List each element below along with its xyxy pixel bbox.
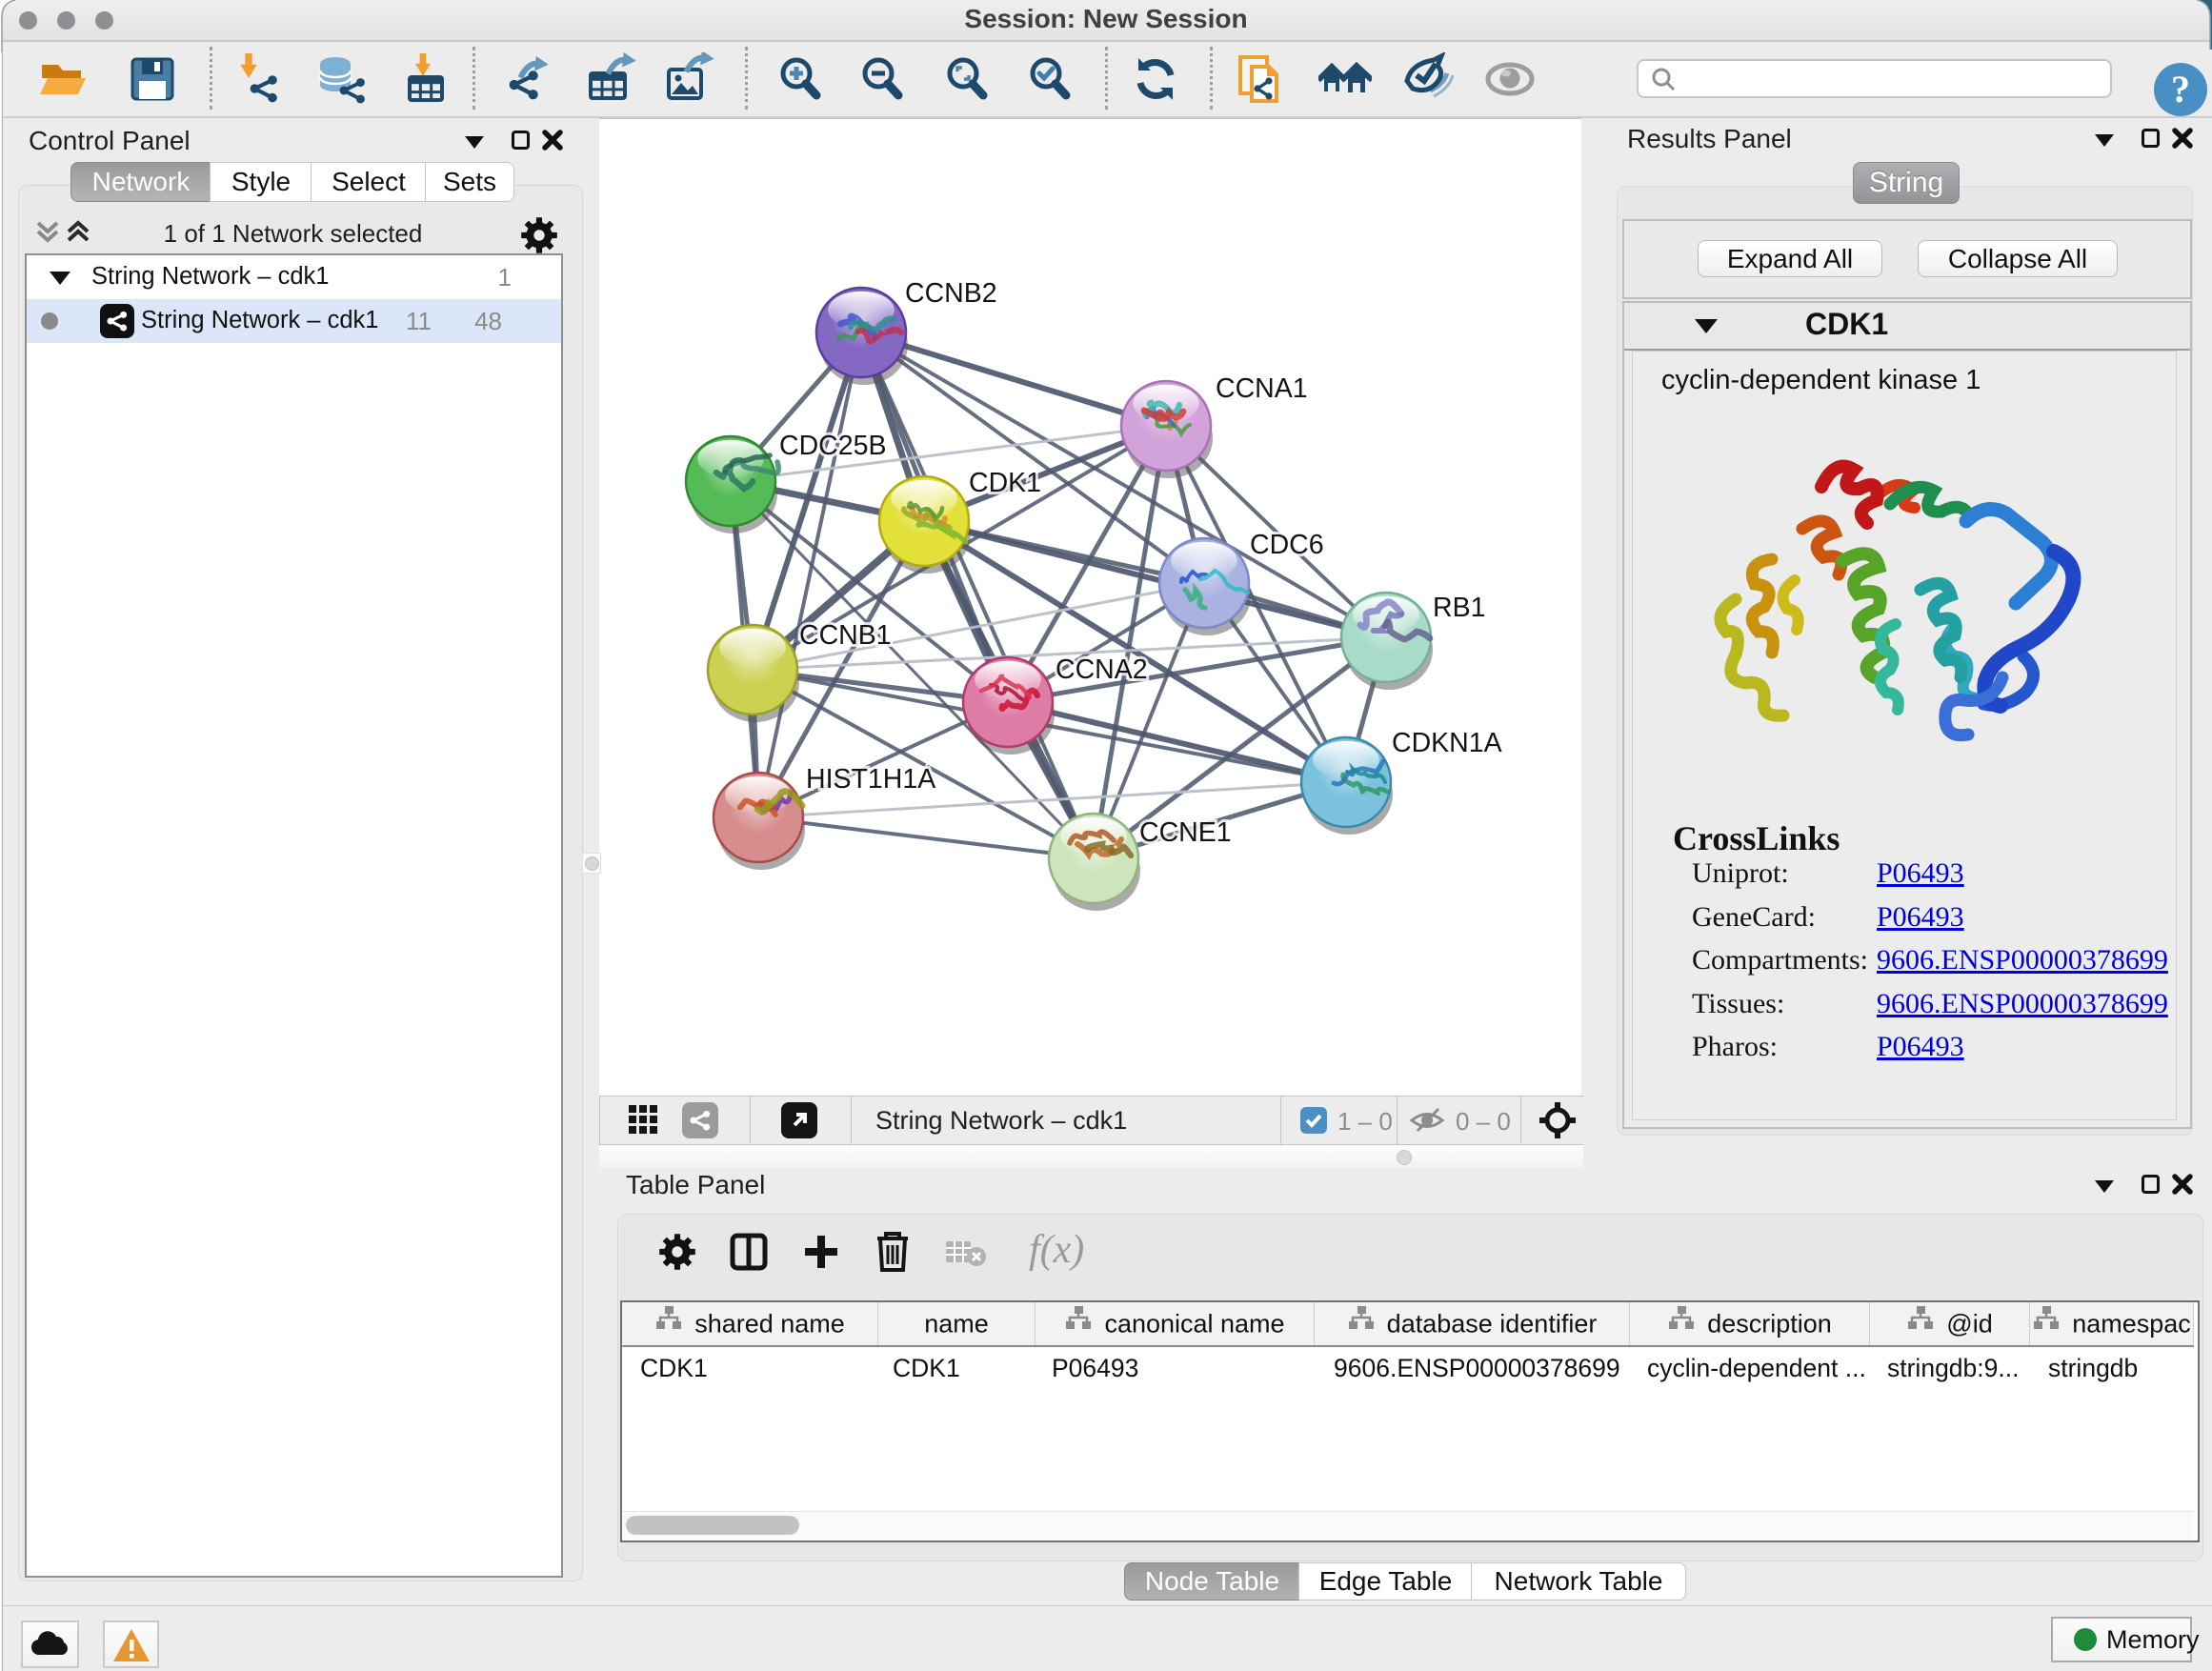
svg-text:RB1: RB1	[1433, 593, 1485, 623]
svg-text:CCNA2: CCNA2	[1056, 654, 1148, 685]
svg-text:HIST1H1A: HIST1H1A	[806, 764, 935, 795]
svg-text:CDK1: CDK1	[969, 468, 1041, 498]
svg-text:CDC6: CDC6	[1250, 530, 1324, 560]
svg-text:CCNB2: CCNB2	[905, 278, 997, 309]
svg-text:CDC25B: CDC25B	[779, 431, 886, 461]
svg-text:CDKN1A: CDKN1A	[1392, 728, 1502, 758]
svg-text:CCNA1: CCNA1	[1216, 373, 1308, 404]
svg-text:CCNB1: CCNB1	[799, 620, 892, 651]
svg-text:CCNE1: CCNE1	[1139, 817, 1232, 848]
